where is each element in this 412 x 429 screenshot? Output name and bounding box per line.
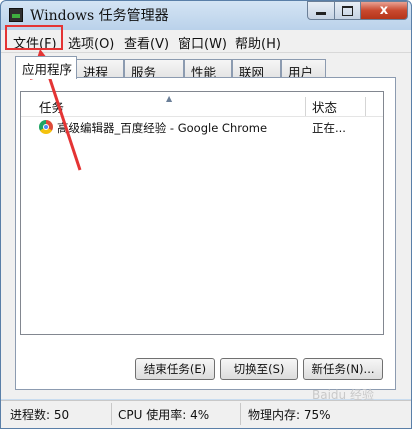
- tab-networking[interactable]: 联网: [232, 59, 281, 80]
- switch-to-button[interactable]: 切换至(S): [220, 358, 298, 380]
- menu-window[interactable]: 窗口(W): [178, 33, 227, 52]
- status-bar: 进程数: 50 CPU 使用率: 4% 物理内存: 75%: [1, 400, 411, 428]
- end-task-button[interactable]: 结束任务(E): [135, 358, 215, 380]
- tab-content-area: 应用程序 进程 服务 性能 联网 用户 ▲ 任务 状态 高级编辑器_百度经验 -…: [1, 53, 411, 399]
- tab-performance[interactable]: 性能: [184, 59, 232, 80]
- sort-up-icon: ▲: [166, 94, 173, 103]
- minimize-icon: [316, 12, 326, 15]
- menu-options[interactable]: 选项(O): [68, 33, 114, 52]
- column-header-task[interactable]: 任务: [39, 97, 64, 115]
- task-manager-icon: [9, 8, 23, 22]
- menu-help[interactable]: 帮助(H): [235, 33, 281, 52]
- tab-services[interactable]: 服务: [124, 59, 184, 80]
- maximize-icon: [342, 5, 353, 16]
- close-icon: x: [379, 3, 389, 18]
- task-row-status: 正在...: [312, 121, 346, 135]
- minimize-button[interactable]: [307, 1, 335, 20]
- chrome-icon: [39, 120, 53, 134]
- maximize-button[interactable]: [334, 1, 361, 20]
- tab-applications[interactable]: 应用程序: [15, 56, 77, 79]
- status-divider: [240, 403, 241, 425]
- menu-file-highlight: [5, 25, 63, 50]
- process-count: 进程数: 50: [10, 408, 70, 422]
- task-manager-window: Windows 任务管理器 x 文件(F) 选项(O) 查看(V) 窗口(W) …: [0, 0, 412, 429]
- task-list[interactable]: ▲ 任务 状态 高级编辑器_百度经验 - Google Chrome 正在...: [20, 91, 384, 335]
- task-row-name[interactable]: 高级编辑器_百度经验 - Google Chrome: [57, 120, 267, 136]
- tab-processes[interactable]: 进程: [76, 59, 124, 80]
- window-title: Windows 任务管理器: [30, 8, 169, 24]
- watermark-logo: Baidu 经验: [312, 388, 374, 402]
- column-divider[interactable]: [365, 97, 366, 116]
- header-separator: [21, 116, 383, 117]
- status-divider: [111, 403, 112, 425]
- new-task-button[interactable]: 新任务(N)...: [303, 358, 383, 380]
- column-header-status[interactable]: 状态: [312, 97, 337, 115]
- column-divider[interactable]: [305, 97, 306, 116]
- menu-view[interactable]: 查看(V): [124, 33, 169, 52]
- tab-users[interactable]: 用户: [281, 59, 326, 80]
- memory-usage: 物理内存: 75%: [248, 408, 331, 422]
- close-button[interactable]: x: [360, 1, 408, 20]
- cpu-usage: CPU 使用率: 4%: [118, 408, 210, 422]
